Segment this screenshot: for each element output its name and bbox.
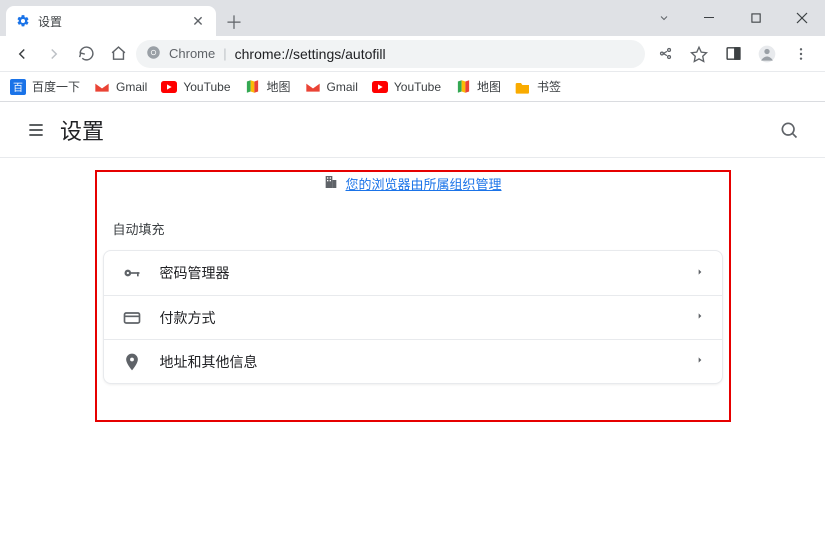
window-maximize-button[interactable] xyxy=(733,2,779,34)
row-label: 密码管理器 xyxy=(160,263,678,283)
bookmark-label: 地图 xyxy=(477,78,501,95)
divider: | xyxy=(223,46,226,61)
youtube-icon xyxy=(372,79,388,95)
credit-card-icon xyxy=(122,308,142,328)
url-path: chrome://settings/autofill xyxy=(235,46,386,62)
browser-tab[interactable]: 设置 ✕ xyxy=(6,6,216,36)
address-bar[interactable]: Chrome | chrome://settings/autofill xyxy=(136,40,645,68)
search-icon[interactable] xyxy=(769,110,809,150)
bookmark-item[interactable]: YouTube xyxy=(372,79,441,95)
building-icon xyxy=(323,174,339,193)
maps-icon xyxy=(455,79,471,95)
home-button[interactable] xyxy=(104,40,132,68)
folder-icon xyxy=(515,79,531,95)
managed-notice[interactable]: 您的浏览器由所属组织管理 xyxy=(323,174,501,193)
chevron-down-icon[interactable] xyxy=(641,12,687,24)
gmail-icon xyxy=(94,79,110,95)
row-label: 地址和其他信息 xyxy=(160,352,678,372)
chrome-logo-icon xyxy=(146,45,161,63)
window-close-button[interactable] xyxy=(779,2,825,34)
bookmark-label: YouTube xyxy=(394,80,441,94)
share-icon[interactable] xyxy=(649,40,681,68)
settings-content: 您的浏览器由所属组织管理 自动填充 密码管理器 付款方式 xyxy=(0,158,825,384)
bookmark-label: Gmail xyxy=(327,80,358,94)
bookmark-item[interactable]: Gmail xyxy=(305,79,358,95)
bookmark-label: 地图 xyxy=(267,78,291,95)
section-title: 自动填充 xyxy=(103,213,723,250)
chevron-right-icon xyxy=(696,266,704,281)
bookmark-label: 书签 xyxy=(537,78,561,95)
bookmark-item[interactable]: YouTube xyxy=(161,79,230,95)
bookmark-label: Gmail xyxy=(116,80,147,94)
row-label: 付款方式 xyxy=(160,308,678,328)
gmail-icon xyxy=(305,79,321,95)
window-controls xyxy=(641,0,825,36)
autofill-section: 自动填充 密码管理器 付款方式 xyxy=(103,213,723,384)
toolbar: Chrome | chrome://settings/autofill xyxy=(0,36,825,72)
back-button[interactable] xyxy=(8,40,36,68)
bookmark-item[interactable]: 地图 xyxy=(245,78,291,95)
key-icon xyxy=(122,263,142,283)
bookmark-item[interactable]: 百 百度一下 xyxy=(10,78,80,95)
kebab-menu-icon[interactable] xyxy=(785,40,817,68)
chevron-right-icon xyxy=(696,310,704,325)
location-pin-icon xyxy=(122,352,142,372)
baidu-icon: 百 xyxy=(10,79,26,95)
hamburger-menu-icon[interactable] xyxy=(16,110,56,150)
tabstrip: 设置 ✕ ＋ xyxy=(0,0,641,36)
titlebar: 设置 ✕ ＋ xyxy=(0,0,825,36)
chevron-right-icon xyxy=(696,354,704,369)
bookmarks-bar: 百 百度一下 Gmail YouTube 地图 Gmail YouTube xyxy=(0,72,825,102)
maps-icon xyxy=(245,79,261,95)
forward-button[interactable] xyxy=(40,40,68,68)
window-minimize-button[interactable] xyxy=(687,2,733,34)
youtube-icon xyxy=(161,79,177,95)
row-payment-methods[interactable]: 付款方式 xyxy=(104,295,722,339)
bookmark-star-icon[interactable] xyxy=(683,40,715,68)
bookmark-label: YouTube xyxy=(183,80,230,94)
toolbar-right xyxy=(649,40,817,68)
row-password-manager[interactable]: 密码管理器 xyxy=(104,251,722,295)
managed-notice-text: 您的浏览器由所属组织管理 xyxy=(345,174,501,193)
settings-header: 设置 xyxy=(0,102,825,158)
bookmark-item[interactable]: 地图 xyxy=(455,78,501,95)
close-icon[interactable]: ✕ xyxy=(190,14,206,28)
gear-icon xyxy=(16,14,30,28)
profile-avatar-icon[interactable] xyxy=(751,40,783,68)
bookmark-item[interactable]: Gmail xyxy=(94,79,147,95)
page-title: 设置 xyxy=(60,114,104,146)
tab-title: 设置 xyxy=(38,13,182,30)
bookmark-label: 百度一下 xyxy=(32,78,80,95)
reload-button[interactable] xyxy=(72,40,100,68)
row-addresses[interactable]: 地址和其他信息 xyxy=(104,339,722,383)
url-prefix: Chrome xyxy=(169,46,215,61)
bookmark-item[interactable]: 书签 xyxy=(515,78,561,95)
side-panel-icon[interactable] xyxy=(717,40,749,68)
new-tab-button[interactable]: ＋ xyxy=(220,8,248,36)
autofill-card: 密码管理器 付款方式 地址和其他信息 xyxy=(103,250,723,384)
